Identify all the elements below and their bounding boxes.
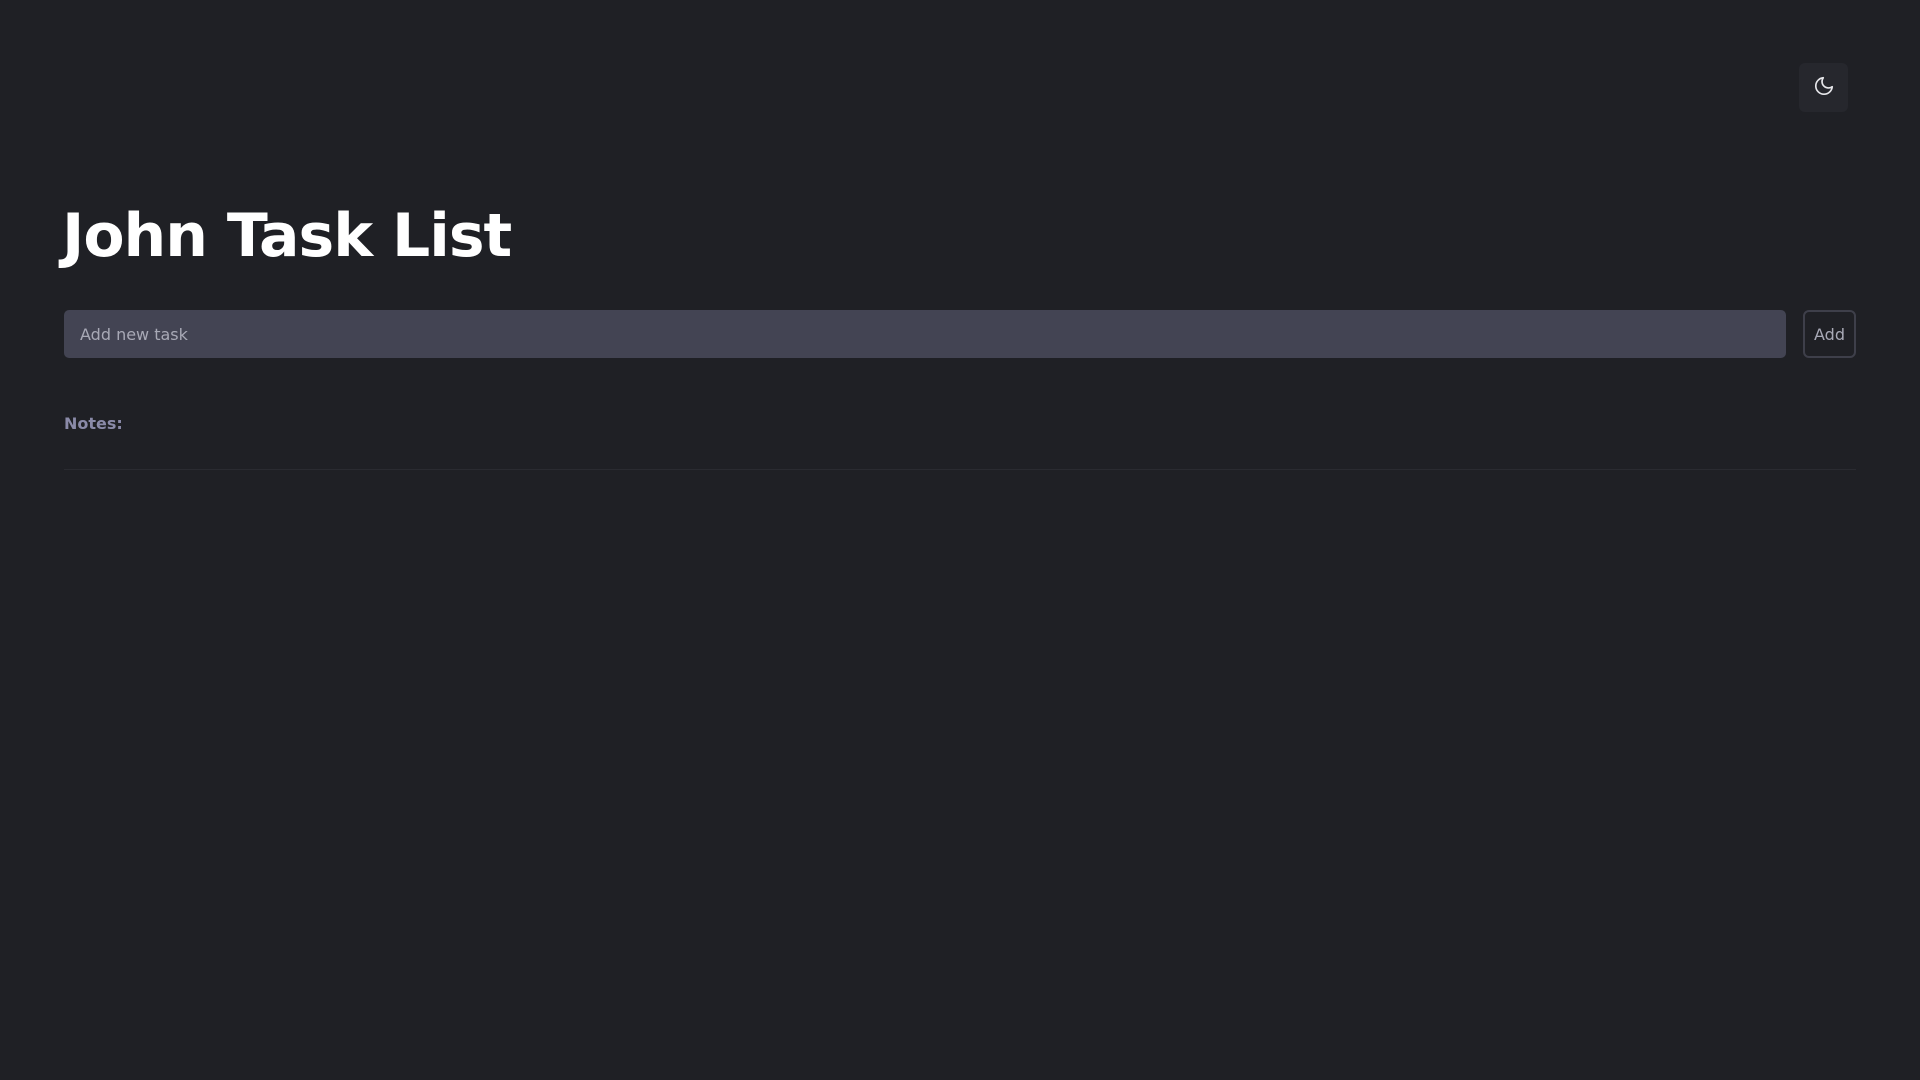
theme-toggle-button[interactable] <box>1799 63 1848 112</box>
add-task-row: Add <box>64 310 1856 358</box>
task-list-page: John Task List Add Notes: <box>0 0 1920 1080</box>
new-task-input[interactable] <box>64 310 1786 358</box>
page-title: John Task List <box>62 201 512 271</box>
notes-label: Notes: <box>64 414 123 433</box>
add-task-button[interactable]: Add <box>1803 310 1856 358</box>
notes-divider <box>64 469 1856 470</box>
moon-icon <box>1813 75 1835 101</box>
